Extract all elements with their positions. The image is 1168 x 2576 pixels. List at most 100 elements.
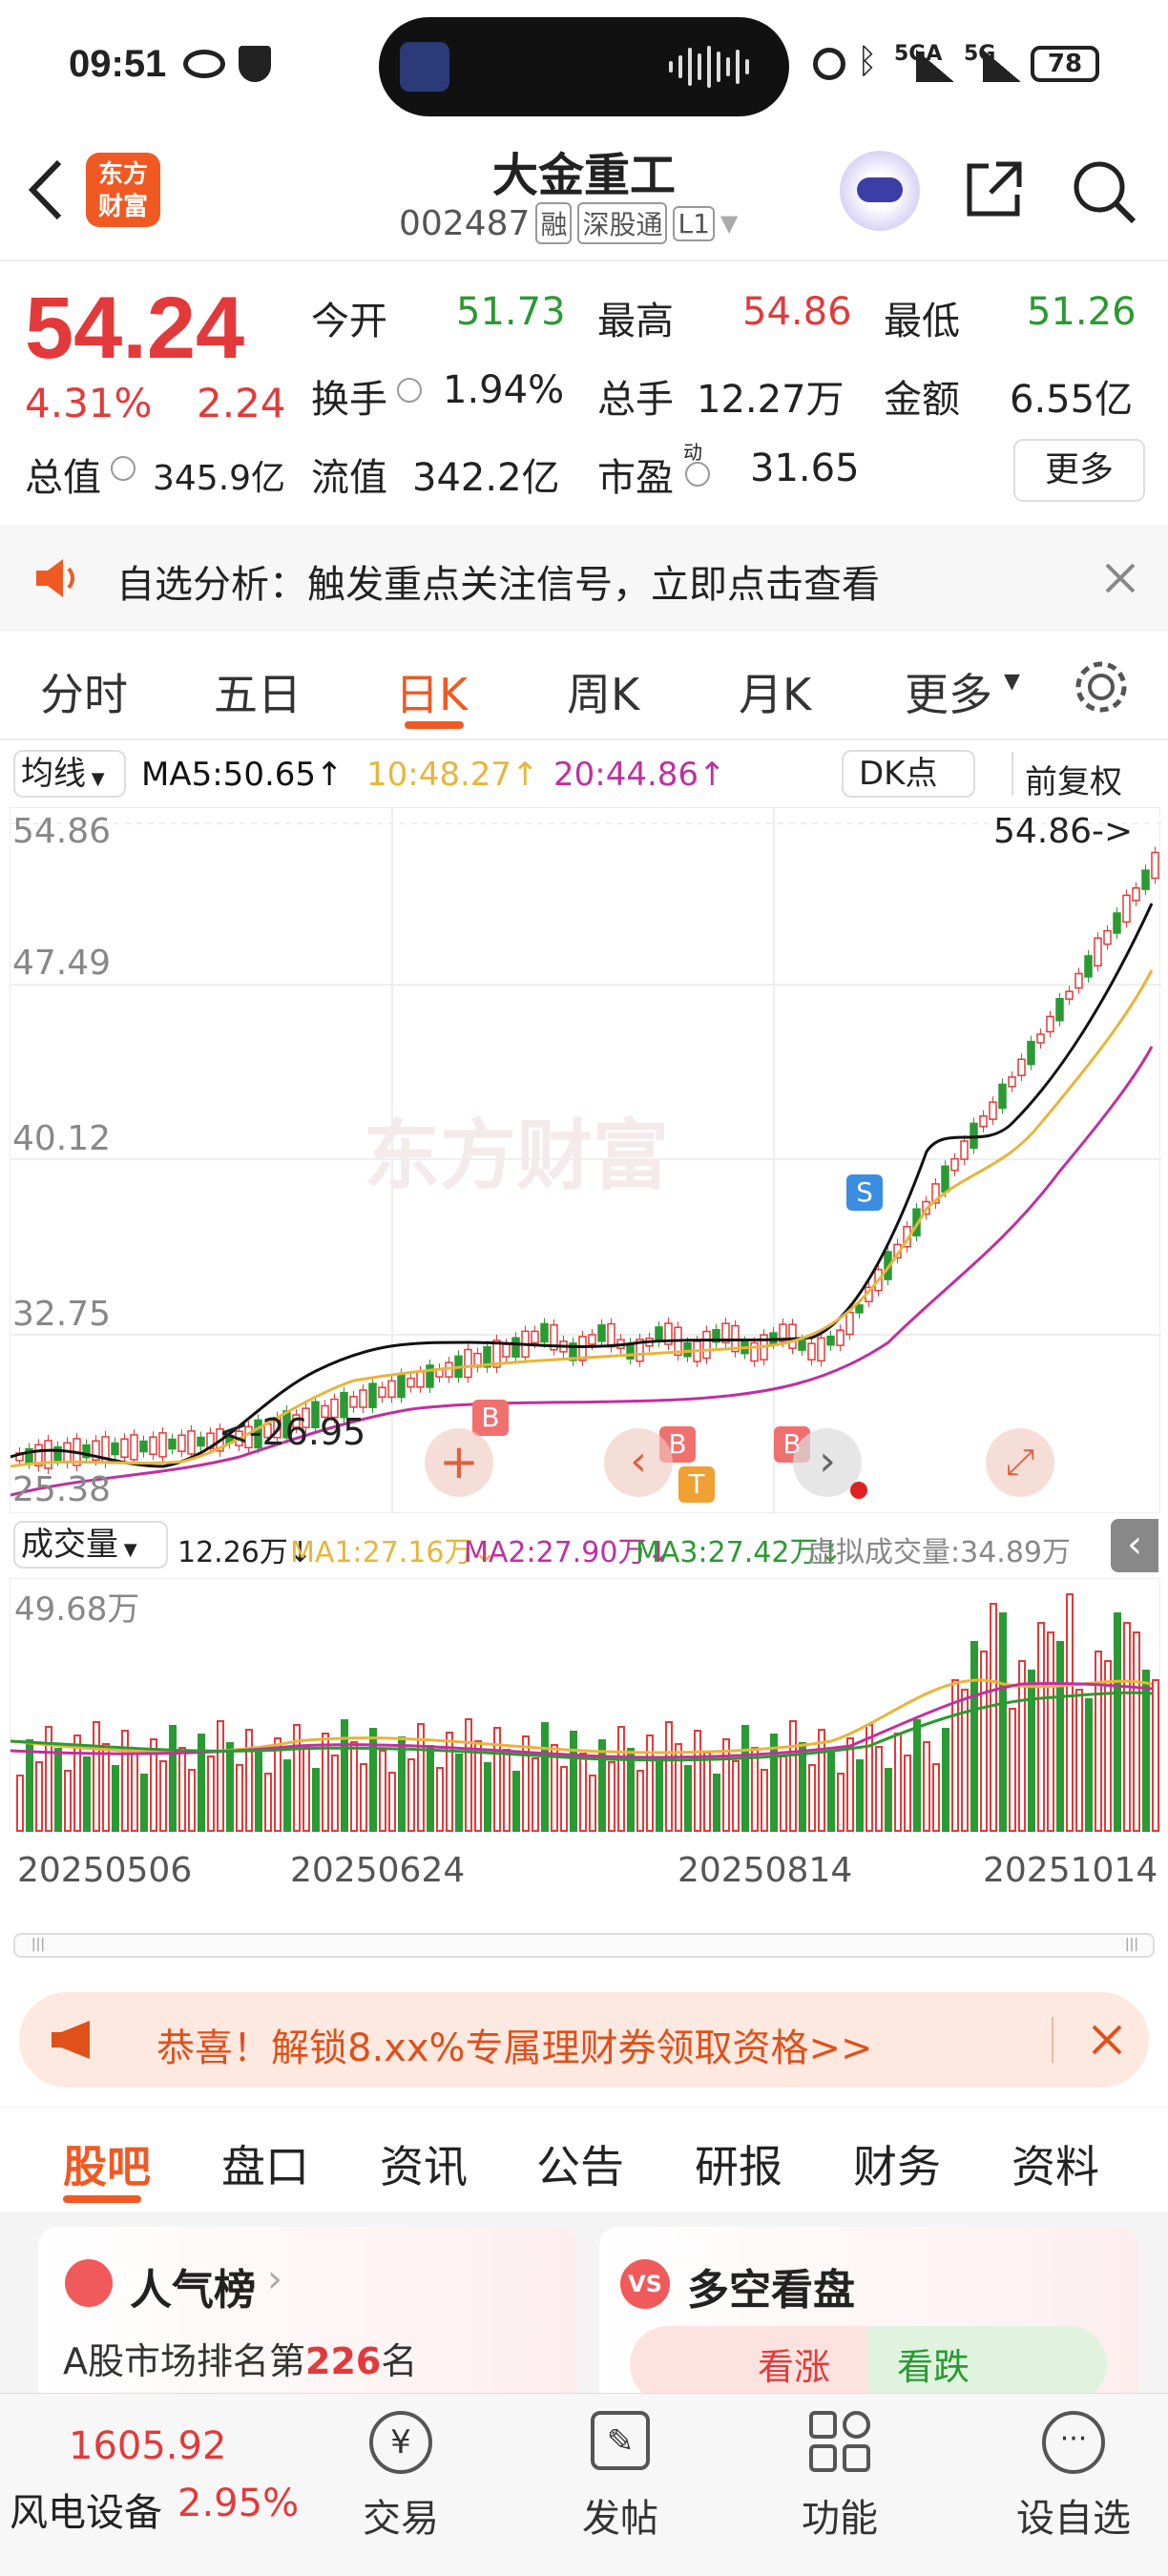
mktcap-label: 总值 [25, 456, 101, 500]
status-time: 09:51 [69, 43, 167, 85]
volume-selector-label: 成交量 [21, 1526, 118, 1564]
left-handle[interactable]: ||| [19, 1937, 57, 1954]
notice-bar[interactable]: 自选分析：触发重点关注信号，立即点击查看 [0, 525, 1168, 632]
promo-banner[interactable]: 恭喜！解锁8.xx%专属理财券领取资格>> [19, 1992, 1149, 2088]
popular-title: 人气榜 [130, 2266, 256, 2315]
candle [817, 1337, 825, 1362]
chart-tabs: 分时 五日 日K 周K 月K 更多 ▼ [0, 632, 1168, 738]
candle [655, 1326, 663, 1342]
float-label: 流值 [311, 456, 387, 500]
candle [397, 1373, 406, 1399]
tab-daily-k[interactable]: 日K [395, 660, 468, 723]
volume-selector[interactable]: 成交量 ▼ [13, 1521, 168, 1568]
candle [1132, 887, 1140, 902]
turnover-value: 1.94% [443, 368, 565, 412]
subtab-profile[interactable]: 资料 [1012, 2132, 1099, 2195]
candle [387, 1380, 396, 1399]
candle [197, 1436, 205, 1447]
rank-suffix: 名 [381, 2340, 418, 2382]
subtab-guba[interactable]: 股吧 [63, 2132, 151, 2195]
share-icon[interactable] [964, 158, 1025, 219]
candle [998, 1083, 1007, 1110]
badge-margin: 融 [535, 202, 573, 244]
chevron-right-icon[interactable]: › [267, 2257, 282, 2301]
more-button[interactable]: 更多 [1013, 439, 1145, 502]
ai-assistant-icon[interactable] [840, 151, 920, 231]
tab-five-day[interactable]: 五日 [214, 660, 302, 723]
candle [1113, 912, 1121, 934]
post-button[interactable]: ✎ 发帖 [563, 2411, 678, 2543]
info-icon[interactable] [397, 378, 422, 403]
dk-point-button[interactable]: DK点 [842, 750, 975, 798]
pe-dynamic-mark: 动 [683, 441, 702, 464]
right-handle[interactable]: ||| [1113, 1937, 1151, 1954]
dropdown-triangle-icon[interactable]: ▼ [1004, 670, 1020, 694]
tab-intraday[interactable]: 分时 [40, 660, 128, 723]
subtab-research[interactable]: 研报 [695, 2132, 782, 2195]
candle [1074, 972, 1083, 989]
low-value: 51.26 [1027, 290, 1137, 334]
candle [464, 1348, 472, 1379]
tab-more[interactable]: 更多 [905, 660, 992, 723]
candle [44, 1440, 52, 1469]
popular-card[interactable]: 人气榜 › A股市场排名第226名 [38, 2227, 578, 2418]
date-axis: 20250506 20250624 20250814 20251014 [0, 1832, 1168, 1918]
t-signal[interactable]: T [678, 1466, 715, 1503]
post-label: 发帖 [582, 2497, 658, 2541]
subtab-announcement[interactable]: 公告 [536, 2132, 624, 2195]
close-icon[interactable] [1103, 561, 1137, 595]
tab-monthly-k[interactable]: 月K [739, 660, 811, 723]
candle [502, 1343, 511, 1358]
separator [1052, 2017, 1053, 2063]
bull-button[interactable]: 看涨 [630, 2326, 868, 2402]
adjust-selector[interactable]: 前复权 [1025, 756, 1122, 802]
subtab-news[interactable]: 资讯 [380, 2132, 468, 2195]
sell-signal[interactable]: S [846, 1174, 883, 1211]
tab-active-indicator [405, 721, 464, 729]
sector-index-value[interactable]: 1605.92 [69, 2424, 226, 2468]
tab-weekly-k[interactable]: 周K [567, 660, 639, 723]
buy-signal[interactable]: B [472, 1400, 509, 1436]
add-watchlist-button[interactable]: ··· 设自选 [1002, 2411, 1145, 2543]
candle [416, 1371, 425, 1388]
badge-connect: 深股通 [577, 202, 668, 244]
candle [1084, 955, 1093, 978]
volume-chart[interactable]: 49.68万 [10, 1578, 1160, 1832]
search-icon[interactable] [1071, 158, 1137, 225]
vs-card[interactable]: VS 多空看盘 看涨 看跌 [599, 2227, 1139, 2418]
prev-icon[interactable]: ‹ [604, 1428, 673, 1497]
low-marker: <-26.95 [219, 1411, 366, 1453]
candle [597, 1324, 606, 1342]
info-icon[interactable] [111, 456, 136, 481]
add-icon[interactable]: + [425, 1428, 493, 1497]
vol-ma1-label: MA1:27.16万 [290, 1536, 473, 1569]
watermark: 东方财富 [364, 1111, 669, 1200]
expand-icon[interactable]: ⤢ [986, 1428, 1054, 1497]
low-label: 最低 [884, 300, 960, 343]
candle [1141, 869, 1150, 890]
close-icon[interactable] [1090, 2023, 1124, 2057]
collapse-panel-icon[interactable]: ‹ [1111, 1519, 1158, 1572]
function-button[interactable]: 功能 [782, 2411, 897, 2543]
sector-name[interactable]: 风电设备 [10, 2482, 162, 2537]
info-icon[interactable] [685, 462, 710, 487]
ma10-value: 10:48.27↑ [366, 756, 539, 794]
candle [368, 1382, 377, 1408]
kline-chart[interactable]: 东方财富 54.86 47.49 40.12 32.75 25.38 54.86… [10, 807, 1161, 1514]
volume-max-label: 49.68万 [14, 1590, 140, 1629]
subtab-finance[interactable]: 财务 [853, 2132, 941, 2195]
candle [1151, 851, 1159, 880]
ma-selector[interactable]: 均线 ▼ [13, 750, 126, 798]
subtab-pankou[interactable]: 盘口 [221, 2132, 309, 2195]
battery-indicator: 78 [1031, 46, 1099, 82]
signal-icon-2 [983, 50, 1021, 82]
range-scrollbar[interactable]: ||| ||| [13, 1933, 1155, 1958]
bottom-toolbar: 1605.92 风电设备 2.95% ¥ 交易 ✎ 发帖 功能 ··· 设自选 [0, 2393, 1168, 2576]
date-label: 20250506 [17, 1851, 193, 1890]
bear-button[interactable]: 看跌 [868, 2326, 1107, 2402]
ma-selector-label: 均线 [21, 755, 86, 793]
gear-icon[interactable] [1073, 658, 1130, 716]
dropdown-triangle-icon[interactable]: ▼ [720, 210, 738, 237]
dynamic-island [379, 17, 789, 116]
trade-button[interactable]: ¥ 交易 [344, 2411, 458, 2543]
